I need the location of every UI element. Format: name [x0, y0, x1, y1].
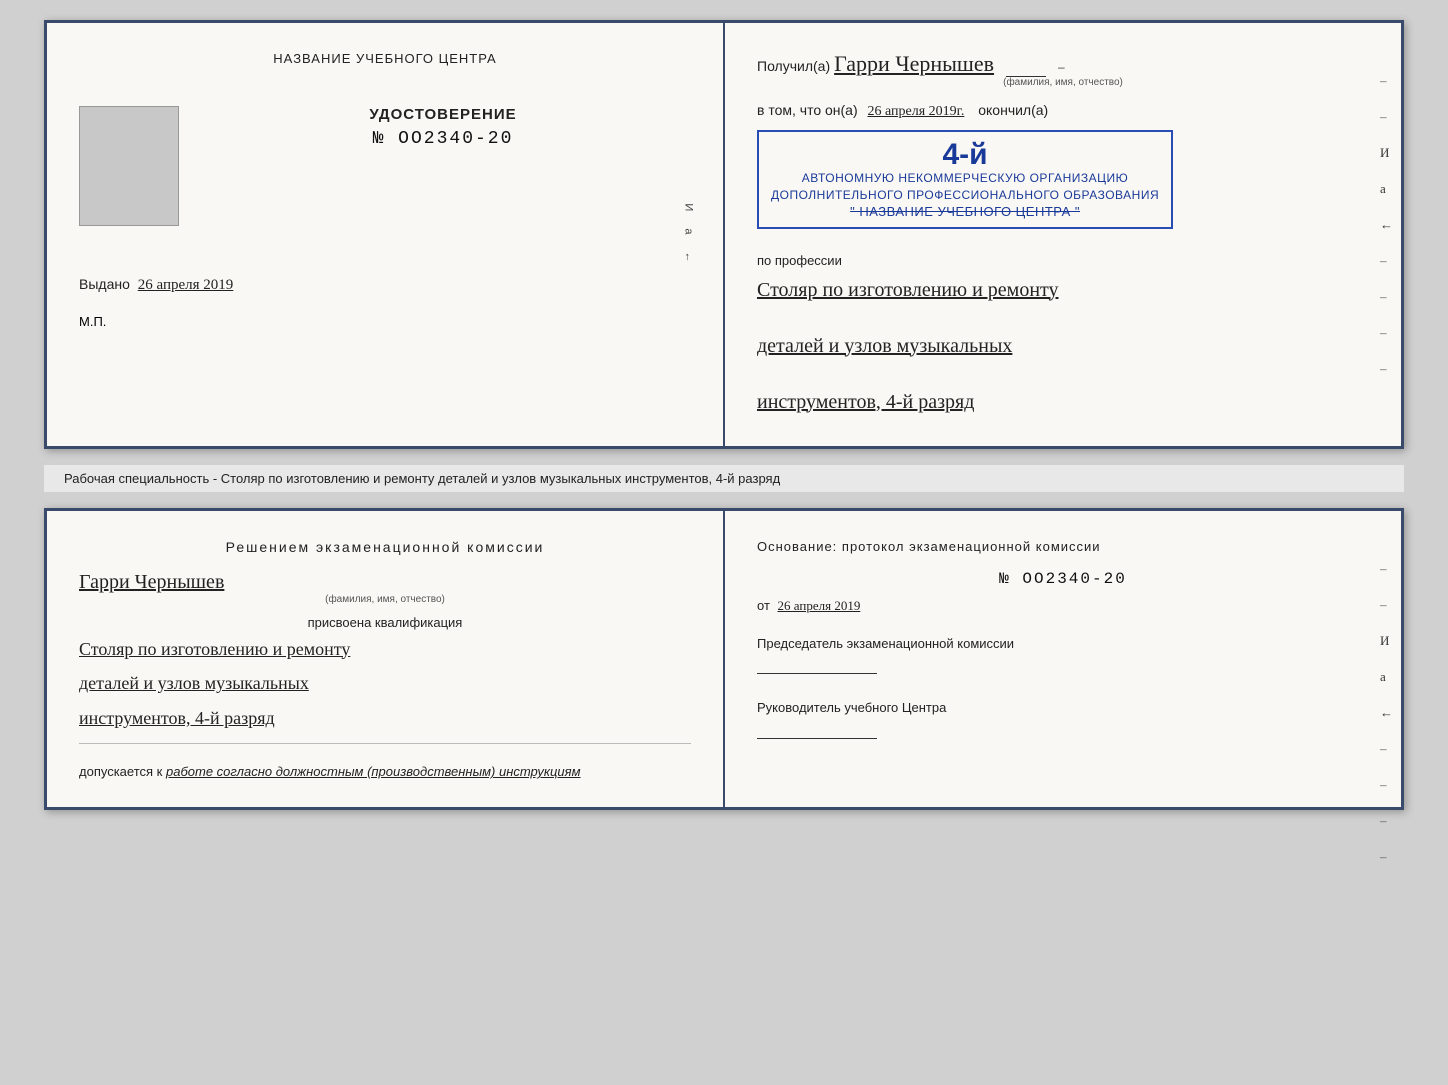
stamp-line2: ДОПОЛНИТЕЛЬНОГО ПРОФЕССИОНАЛЬНОГО ОБРАЗО… — [771, 187, 1159, 204]
profession-line2-top: деталей и узлов музыкальных — [757, 330, 1369, 362]
name-label-top: – — [1058, 60, 1065, 74]
qual-line2: деталей и узлов музыкальных — [79, 668, 691, 699]
resolution-title: Решением экзаменационной комиссии — [79, 539, 691, 555]
profession-block-top: Столяр по изготовлению и ремонту деталей… — [757, 274, 1369, 418]
rukovoditel-block: Руководитель учебного Центра — [757, 698, 1369, 739]
predsedatel-block: Председатель экзаменационной комиссии — [757, 634, 1369, 675]
poluchil-prefix: Получил(а) — [757, 58, 830, 74]
vtom-line: в том, что он(а) 26 апреля 2019г. окончи… — [757, 102, 1369, 120]
po-professii-label: по профессии — [757, 253, 1369, 268]
protocol-number-bottom: № OO2340-20 — [757, 570, 1369, 588]
udost-number: № OO2340-20 — [195, 129, 691, 149]
stamp-block: 4-й АВТОНОМНУЮ НЕКОММЕРЧЕСКУЮ ОРГАНИЗАЦИ… — [757, 130, 1173, 229]
rukovoditel-label: Руководитель учебного Центра — [757, 700, 946, 715]
recipient-name-top: Гарри Чернышев — [834, 51, 994, 76]
photo-placeholder — [79, 106, 179, 226]
ot-prefix: от — [757, 598, 770, 613]
okonchil-text: окончил(а) — [978, 102, 1048, 118]
profession-line1-top: Столяр по изготовлению и ремонту — [757, 274, 1369, 306]
caption-text: Рабочая специальность - Столяр по изгото… — [64, 471, 780, 486]
ot-date-line: от 26 апреля 2019 — [757, 598, 1369, 614]
completion-date: 26 апреля 2019г. — [868, 104, 965, 119]
bottom-right-page: Основание: протокол экзаменационной коми… — [725, 511, 1401, 808]
udost-label: УДОСТОВЕРЕНИЕ — [195, 106, 691, 123]
top-document: НАЗВАНИЕ УЧЕБНОГО ЦЕНТРА УДОСТОВЕРЕНИЕ №… — [44, 20, 1404, 449]
vydano-label: Выдано — [79, 276, 130, 292]
qual-line1: Столяр по изготовлению и ремонту — [79, 634, 691, 665]
top-left-title: НАЗВАНИЕ УЧЕБНОГО ЦЕНТРА — [79, 51, 691, 66]
predsedatel-label: Председатель экзаменационной комиссии — [757, 636, 1014, 651]
right-margin-marks: – – И а ← – – – – — [1380, 73, 1393, 377]
qual-line3: инструментов, 4-й разряд — [79, 703, 691, 734]
recipient-name-bottom: Гарри Чернышев — [79, 571, 224, 593]
dopuskaetsya-line: допускается к работе согласно должностны… — [79, 764, 691, 779]
profession-line3-top: инструментов, 4-й разряд — [757, 386, 1369, 418]
top-right-page: Получил(а) Гарри Чернышев – (фамилия, им… — [725, 23, 1401, 446]
predsedatel-signature-line — [757, 673, 877, 674]
qualification-block: Столяр по изготовлению и ремонту деталей… — [79, 634, 691, 734]
rukovoditel-signature-line — [757, 738, 877, 739]
osnovaniye-label: Основание: протокол экзаменационной коми… — [757, 539, 1369, 554]
mp-label: М.П. — [79, 314, 691, 329]
udostoverenie-block: УДОСТОВЕРЕНИЕ № OO2340-20 — [79, 106, 691, 226]
divider-bottom-left — [79, 743, 691, 744]
stamp-line3: " НАЗВАНИЕ УЧЕБНОГО ЦЕНТРА " — [771, 204, 1159, 219]
bottom-left-page: Решением экзаменационной комиссии Гарри … — [47, 511, 725, 808]
stamp-grade: 4-й — [943, 138, 988, 171]
bottom-document: Решением экзаменационной комиссии Гарри … — [44, 508, 1404, 811]
vydano-date: 26 апреля 2019 — [138, 277, 234, 293]
stamp-line1: АВТОНОМНУЮ НЕКОММЕРЧЕСКУЮ ОРГАНИЗАЦИЮ — [771, 170, 1159, 187]
prisvoena-label: присвоена квалификация — [79, 615, 691, 630]
vertical-text-left: И а ← — [682, 204, 694, 265]
name-line-bottom: Гарри Чернышев (фамилия, имя, отчество) — [79, 571, 691, 605]
name-sublabel-top: (фамилия, имя, отчество) — [757, 77, 1369, 88]
right-margin-marks-bottom: – – И а ← – – – – — [1380, 561, 1393, 865]
name-sublabel-bottom: (фамилия, имя, отчество) — [79, 594, 691, 605]
caption-strip: Рабочая специальность - Столяр по изгото… — [44, 465, 1404, 492]
dopuskaetsya-text: работе согласно должностным (производств… — [166, 764, 581, 779]
ot-date-value: 26 апреля 2019 — [778, 598, 861, 613]
udost-text-block: УДОСТОВЕРЕНИЕ № OO2340-20 — [195, 106, 691, 149]
dopuskaetsya-prefix: допускается к — [79, 764, 162, 779]
vtom-prefix: в том, что он(а) — [757, 102, 858, 118]
vydano-line: Выдано 26 апреля 2019 — [79, 276, 691, 294]
poluchil-line: Получил(а) Гарри Чернышев – (фамилия, им… — [757, 51, 1369, 88]
top-left-page: НАЗВАНИЕ УЧЕБНОГО ЦЕНТРА УДОСТОВЕРЕНИЕ №… — [47, 23, 725, 446]
